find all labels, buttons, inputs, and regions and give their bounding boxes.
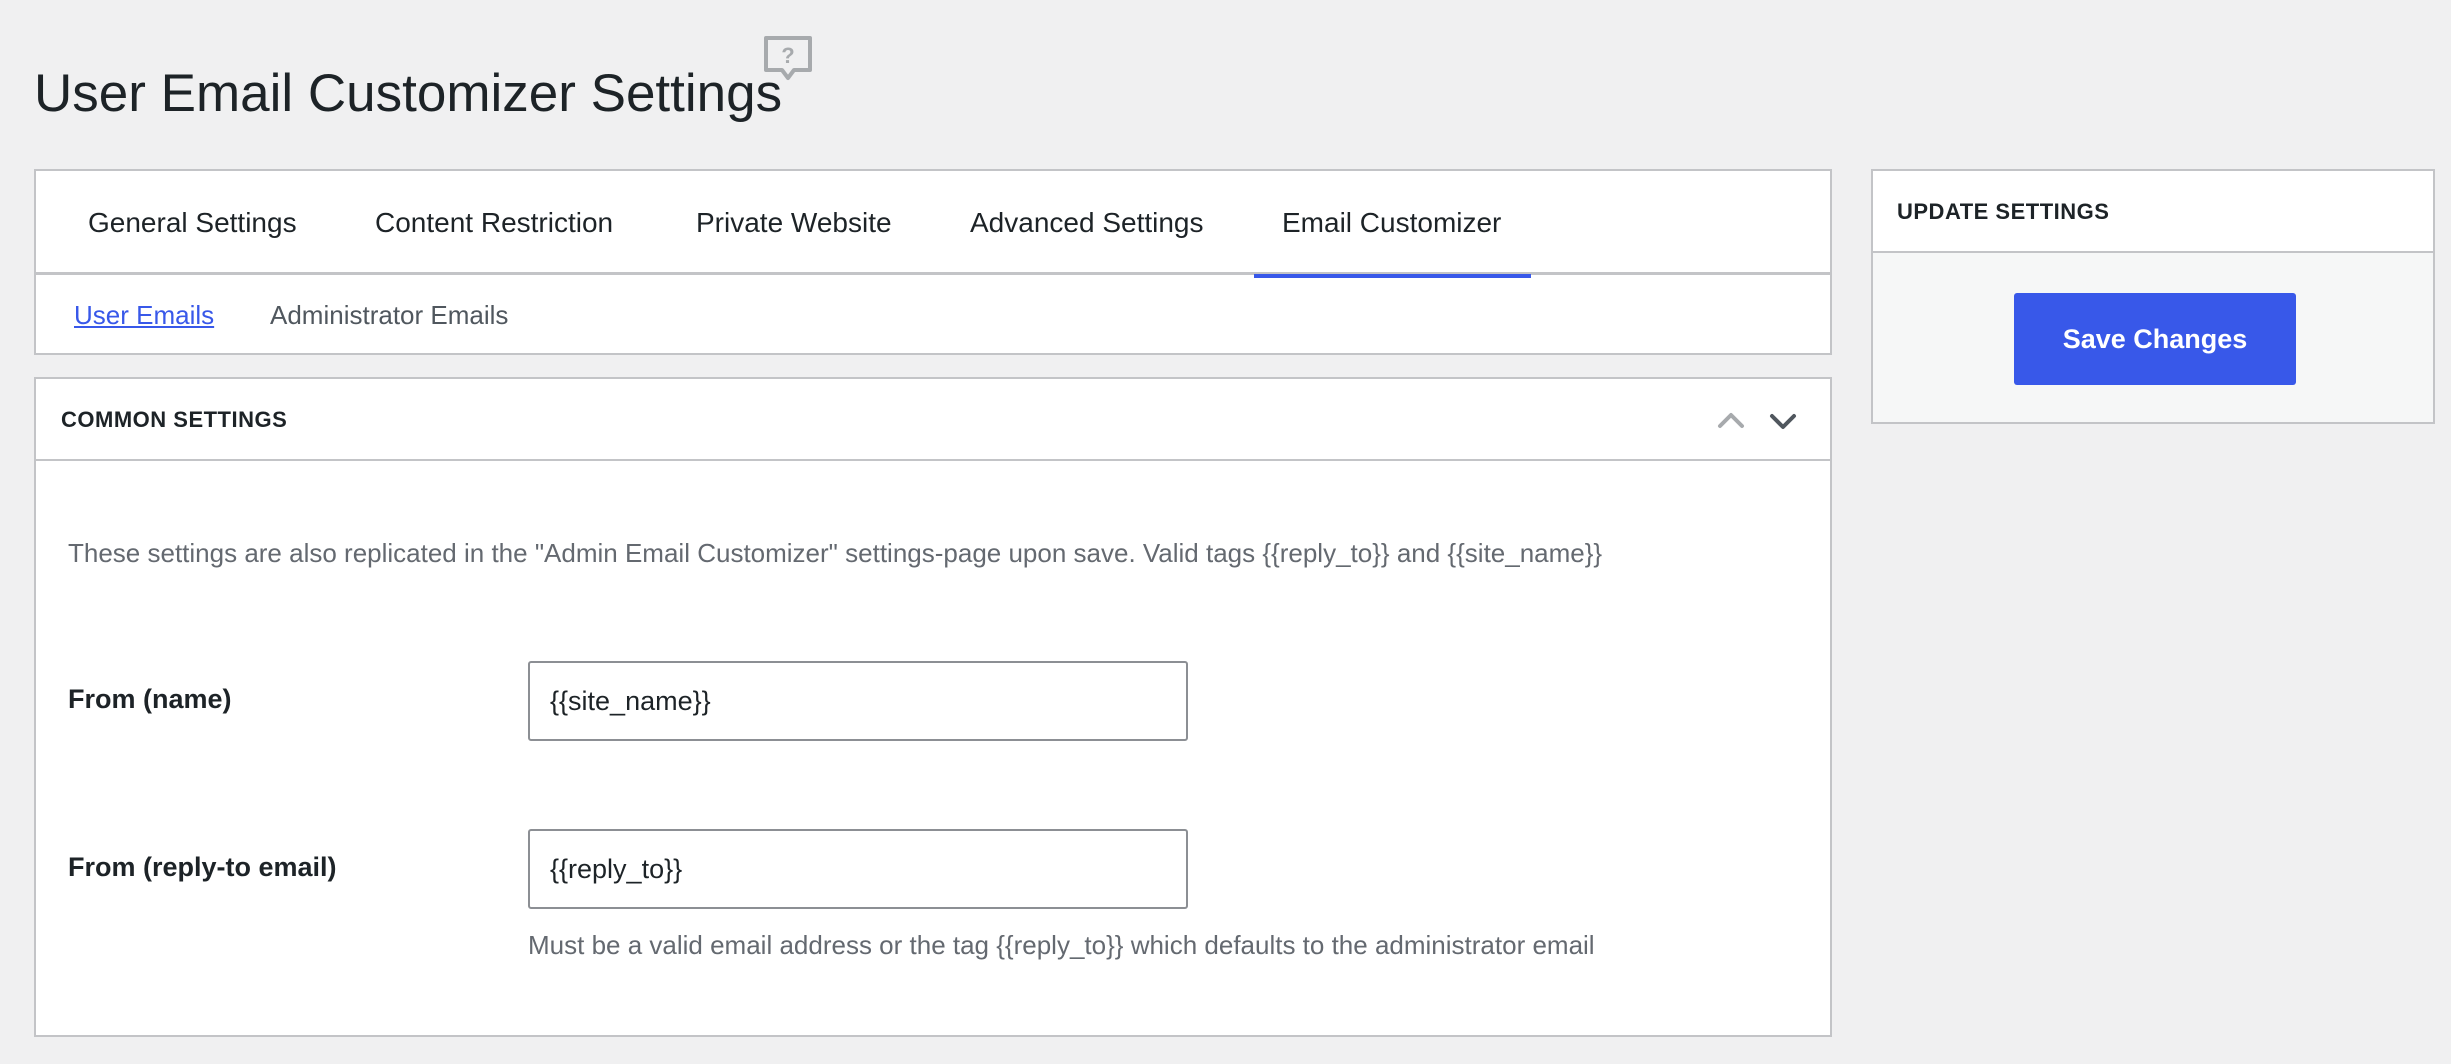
common-settings-box: COMMON SETTINGS These settings are also …: [34, 377, 1832, 1037]
common-settings-intro: These settings are also replicated in th…: [68, 538, 1603, 568]
reply-to-email-input[interactable]: [528, 829, 1188, 909]
chevron-up-icon[interactable]: [1715, 405, 1747, 437]
tab-private-website[interactable]: Private Website: [696, 171, 892, 275]
from-name-label: From (name): [68, 684, 232, 714]
subtab-user-emails[interactable]: User Emails: [74, 297, 214, 333]
chevron-down-icon[interactable]: [1767, 405, 1799, 437]
from-name-input[interactable]: [528, 661, 1188, 741]
update-settings-title: UPDATE SETTINGS: [1897, 199, 2110, 224]
tab-content-restriction[interactable]: Content Restriction: [375, 171, 613, 275]
help-bubble-icon[interactable]: ?: [760, 32, 816, 88]
settings-tabs-panel: General Settings Content Restriction Pri…: [34, 169, 1832, 355]
tab-general-settings[interactable]: General Settings: [88, 171, 297, 275]
subtab-administrator-emails[interactable]: Administrator Emails: [270, 297, 508, 333]
common-settings-title: COMMON SETTINGS: [61, 407, 288, 432]
reply-to-email-label: From (reply-to email): [68, 852, 337, 882]
svg-text:?: ?: [781, 43, 794, 68]
tab-email-customizer[interactable]: Email Customizer: [1253, 171, 1532, 278]
save-changes-button[interactable]: Save Changes: [2014, 293, 2296, 385]
main-tab-bar: General Settings Content Restriction Pri…: [36, 171, 1830, 278]
update-settings-header: UPDATE SETTINGS: [1873, 171, 2433, 253]
reply-to-email-description: Must be a valid email address or the tag…: [528, 930, 1595, 960]
page-title: User Email Customizer Settings: [34, 63, 783, 123]
tab-advanced-settings[interactable]: Advanced Settings: [970, 171, 1204, 275]
common-settings-header: COMMON SETTINGS: [36, 379, 1830, 461]
update-settings-box: UPDATE SETTINGS Save Changes: [1871, 169, 2435, 424]
